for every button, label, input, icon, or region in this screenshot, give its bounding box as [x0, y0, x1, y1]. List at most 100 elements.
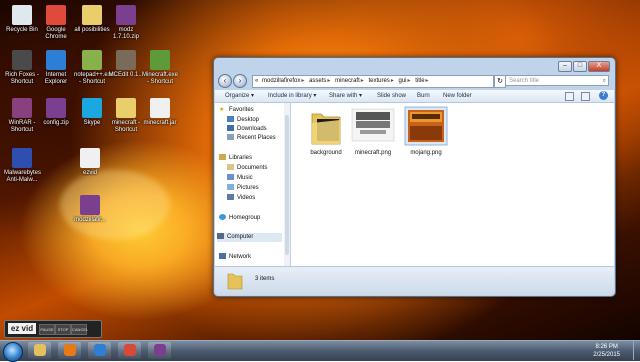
libraries-icon [219, 154, 226, 161]
pictures-icon [227, 184, 234, 191]
file-item-image[interactable]: minecraft.png [349, 106, 397, 156]
window-controls: – □ X [558, 61, 610, 72]
maximize-button[interactable]: □ [573, 61, 587, 72]
desktop-shortcut[interactable]: Internet Explorer [38, 50, 74, 86]
desktop-shortcut[interactable]: all posibilities [74, 5, 110, 34]
minimize-button[interactable]: – [558, 61, 572, 72]
shortcut-label: modz 1.7.10.zip [112, 27, 140, 40]
nav-item-pictures[interactable]: Pictures [227, 184, 259, 193]
share-with-button[interactable]: Share with ▾ [329, 90, 362, 102]
breadcrumb-segment[interactable]: assets [309, 78, 326, 84]
nav-item-desktop[interactable]: Desktop [227, 116, 259, 125]
google-chrome-taskbar-button[interactable] [118, 342, 141, 359]
explorer-window[interactable]: – □ X ‹ › « modzillafirefox▸ assets▸ min… [213, 57, 616, 297]
folder-icon [227, 273, 243, 290]
address-bar[interactable]: « modzillafirefox▸ assets▸ minecraft▸ te… [252, 75, 494, 88]
internet-explorer-taskbar-button[interactable] [88, 342, 111, 359]
breadcrumb-segment[interactable]: minecraft [335, 78, 360, 84]
shortcut-icon [12, 50, 32, 70]
breadcrumb-segment[interactable]: textures [368, 78, 389, 84]
show-desktop-button[interactable] [633, 341, 640, 360]
desktop-shortcut[interactable]: Rich Foxes - Shortcut [4, 50, 40, 86]
nav-computer[interactable]: Computer [217, 233, 282, 242]
music-icon [227, 174, 234, 181]
clock-time[interactable]: 8:26 PM [593, 343, 620, 351]
shortcut-icon [116, 98, 136, 118]
desktop-shortcut[interactable]: Malwarebytes Anti-Malw... [4, 148, 42, 184]
desktop-shortcut[interactable]: Recycle Bin [4, 5, 40, 34]
nav-libraries[interactable]: Libraries [219, 154, 252, 163]
image-thumbnail-icon [351, 108, 395, 142]
nav-item-documents[interactable]: Documents [227, 164, 267, 173]
preview-pane-icon[interactable] [581, 92, 590, 101]
nav-homegroup[interactable]: Homegroup [219, 214, 260, 223]
file-name: mojang.png [410, 150, 442, 156]
file-list: background minecraft.png mojang.png [291, 103, 614, 266]
shortcut-label: MCEdit 0.1... [108, 72, 144, 78]
breadcrumb-segment[interactable]: gui [399, 78, 407, 84]
desktop-icon [227, 116, 234, 123]
shortcut-icon [12, 5, 32, 25]
desktop-shortcut[interactable]: minecraft - Shortcut [108, 98, 144, 134]
taskbar: 8:26 PM 2/25/2015 [0, 340, 640, 362]
desktop-shortcut[interactable]: minecraft.jar [142, 98, 178, 127]
nav-item-downloads[interactable]: Downloads [227, 125, 267, 134]
desktop-shortcut[interactable]: Minecraft.exe - Shortcut [142, 50, 178, 86]
desktop-shortcut[interactable]: config.zip [38, 98, 74, 127]
nav-favorites[interactable]: ★ Favorites [219, 106, 254, 115]
shortcut-icon [12, 98, 32, 118]
folder-icon [311, 113, 341, 145]
ezvid-cancel-button[interactable]: CANCEL [71, 324, 88, 335]
nav-network[interactable]: Network [219, 253, 251, 262]
new-folder-button[interactable]: New folder [443, 90, 472, 102]
windows-media-player-icon [63, 344, 76, 356]
help-icon[interactable]: ? [599, 91, 608, 100]
organize-button[interactable]: Organize ▾ [225, 90, 254, 102]
windows-explorer-taskbar-button[interactable] [28, 342, 51, 359]
file-item-image[interactable]: mojang.png [402, 106, 450, 156]
change-view-icon[interactable] [565, 92, 574, 101]
navigation-scrollbar[interactable] [284, 103, 290, 266]
winrar-taskbar-button[interactable] [148, 342, 171, 359]
ezvid-pause-button[interactable]: PAUSE [39, 324, 55, 335]
address-row: ‹ › « modzillafirefox▸ assets▸ minecraft… [218, 74, 611, 88]
shortcut-label: ezvid [82, 170, 97, 176]
computer-icon [217, 233, 224, 240]
desktop-shortcut[interactable]: MCEdit 0.1... [108, 50, 144, 79]
item-count: 3 items [255, 276, 275, 282]
address-chevron[interactable]: « [255, 78, 258, 84]
forward-button[interactable]: › [233, 74, 247, 88]
windows-explorer-icon [33, 344, 46, 356]
start-button[interactable] [3, 342, 23, 362]
shortcut-icon [82, 98, 102, 118]
close-button[interactable]: X [588, 61, 610, 72]
shortcut-icon [116, 50, 136, 70]
clock-date[interactable]: 2/25/2015 [593, 351, 620, 359]
desktop-shortcut[interactable]: Skype [74, 98, 110, 127]
desktop-shortcut[interactable]: modzillafir... [72, 195, 108, 224]
shortcut-icon [116, 5, 136, 25]
back-button[interactable]: ‹ [218, 74, 232, 88]
include-in-library-button[interactable]: Include in library ▾ [268, 90, 316, 102]
slide-show-button[interactable]: Slide show [377, 90, 406, 102]
nav-item-music[interactable]: Music [227, 174, 253, 183]
nav-item-recent-places[interactable]: Recent Places [227, 134, 276, 143]
desktop-shortcut[interactable]: Google Chrome [38, 5, 74, 41]
ezvid-stop-button[interactable]: STOP [55, 324, 71, 335]
burn-button[interactable]: Burn [417, 90, 430, 102]
shortcut-label: notepad++.exe - Shortcut [74, 72, 115, 85]
file-item-folder[interactable]: background [302, 106, 350, 156]
winrar-icon [153, 344, 166, 356]
ezvid-recorder-widget[interactable]: ez vid PAUSE STOP CANCEL [4, 320, 102, 338]
nav-item-videos[interactable]: Videos [227, 194, 255, 203]
search-input[interactable]: Search title ⌕ [505, 75, 609, 86]
desktop-shortcut[interactable]: WinRAR - Shortcut [4, 98, 40, 134]
breadcrumb-segment[interactable]: title [415, 78, 424, 84]
breadcrumb-segment[interactable]: modzillafirefox [262, 78, 300, 84]
desktop-shortcut[interactable]: modz 1.7.10.zip [108, 5, 144, 41]
scrollbar-thumb[interactable] [285, 115, 289, 255]
desktop-shortcut[interactable]: notepad++.exe - Shortcut [74, 50, 115, 86]
shortcut-label: Malwarebytes Anti-Malw... [4, 170, 42, 183]
windows-media-player-taskbar-button[interactable] [58, 342, 81, 359]
desktop-shortcut[interactable]: ezvid [72, 148, 108, 177]
